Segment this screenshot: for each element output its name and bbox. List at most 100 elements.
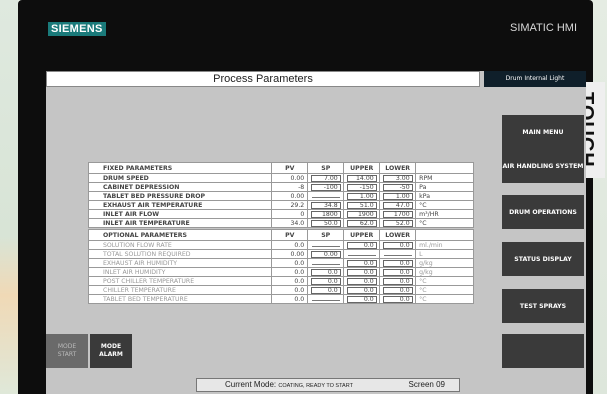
table-header: OPTIONAL PARAMETERS PV SP UPPER LOWER xyxy=(87,229,474,241)
lower-input[interactable]: 3.00 xyxy=(382,174,413,182)
col-header-lower: LOWER xyxy=(379,162,417,174)
mode-start-line1: MODE xyxy=(57,343,77,350)
test-sprays-button[interactable]: TEST SPRAYS xyxy=(502,289,584,323)
lower-input[interactable]: 0.0 xyxy=(382,259,413,267)
param-name: EXHAUST AIR HUMIDITY xyxy=(87,258,273,268)
col-header-sp: SP xyxy=(307,162,345,174)
table-row: INLET AIR FLOW 0 1800 1900 1700 m³/HR xyxy=(87,209,474,219)
sp-input[interactable]: -100 xyxy=(310,183,341,191)
table-row: TABLET BED PRESSURE DROP 0.00 1.00 1.00 … xyxy=(87,191,474,201)
upper-input[interactable]: 0.0 xyxy=(346,259,377,267)
table-row: POST CHILLER TEMPERATURE 0.0 0.0 0.0 0.0… xyxy=(87,276,474,286)
sp-input[interactable]: 50.0 xyxy=(310,219,341,227)
sp-input[interactable]: 0.0 xyxy=(310,268,341,276)
sp-input[interactable]: 0.0 xyxy=(310,277,341,285)
pv-value: 0.0 xyxy=(271,285,309,295)
background-right xyxy=(593,0,607,394)
col-header-unit xyxy=(415,162,474,174)
mode-alarm-line2: ALARM xyxy=(99,351,123,358)
hmi-screen: Process Parameters Drum Internal Light M… xyxy=(46,71,586,394)
param-name: CHILLER TEMPERATURE xyxy=(87,285,273,295)
pv-value: 0.0 xyxy=(271,276,309,286)
upper-input[interactable]: 51.0 xyxy=(346,201,377,209)
sp-input[interactable]: 0.0 xyxy=(310,286,341,294)
table-row: TABLET BED TEMPERATURE 0.0 0.0 0.0 °C xyxy=(87,294,474,304)
col-header-pv: PV xyxy=(271,229,309,241)
pv-value: 0 xyxy=(271,209,309,219)
sp-input[interactable]: 0.00 xyxy=(310,250,341,258)
pv-value: -8 xyxy=(271,182,309,192)
col-header-upper: UPPER xyxy=(343,229,381,241)
screen-number: Screen 09 xyxy=(408,380,445,389)
background-left xyxy=(0,0,18,394)
pv-value: 0.0 xyxy=(271,267,309,277)
col-header-lower: LOWER xyxy=(379,229,417,241)
table-row: SOLUTION FLOW RATE 0.0 0.0 0.0 ml./min xyxy=(87,240,474,250)
blank-action-button[interactable] xyxy=(502,334,584,368)
drum-operations-button[interactable]: DRUM OPERATIONS xyxy=(502,195,584,229)
mode-start-button[interactable]: MODE START xyxy=(46,334,88,368)
sp-input[interactable]: 1800 xyxy=(310,210,341,218)
upper-input[interactable]: 62.0 xyxy=(346,219,377,227)
upper-input[interactable]: 14.00 xyxy=(346,174,377,182)
param-name: EXHAUST AIR TEMPERATURE xyxy=(87,200,273,210)
upper-input[interactable]: -150 xyxy=(346,183,377,191)
param-name: TOTAL SOLUTION REQUIRED xyxy=(87,249,273,259)
lower-input[interactable]: 1.00 xyxy=(382,192,413,200)
pv-value: 0.0 xyxy=(271,294,309,304)
sp-empty xyxy=(311,264,340,265)
current-mode-value: COATING, READY TO START xyxy=(278,383,353,389)
brand-logo: SIEMENS xyxy=(48,22,106,36)
unit-label: °C xyxy=(415,200,474,210)
pv-value: 0.0 xyxy=(271,240,309,250)
lower-input[interactable]: 0.0 xyxy=(382,295,413,303)
table-row: EXHAUST AIR HUMIDITY 0.0 0.0 0.0 g/kg xyxy=(87,258,474,268)
sp-input[interactable]: 34.8 xyxy=(310,201,341,209)
mode-start-line2: START xyxy=(57,351,77,358)
lower-input[interactable]: 0.0 xyxy=(382,277,413,285)
upper-input[interactable]: 1900 xyxy=(346,210,377,218)
pv-value: 0.00 xyxy=(271,191,309,201)
upper-input[interactable]: 0.0 xyxy=(346,295,377,303)
param-name: INLET AIR FLOW xyxy=(87,209,273,219)
unit-label: kPa xyxy=(415,191,474,201)
main-menu-button[interactable]: MAIN MENU xyxy=(502,115,584,149)
unit-label: ml./min xyxy=(415,240,474,250)
unit-label: °C xyxy=(415,294,474,304)
col-header-unit xyxy=(415,229,474,241)
status-bar: Current Mode: COATING, READY TO START Sc… xyxy=(196,378,460,392)
pv-value: 0.0 xyxy=(271,258,309,268)
sp-empty xyxy=(311,197,340,198)
upper-input[interactable]: 0.0 xyxy=(346,268,377,276)
lower-input[interactable]: 0.0 xyxy=(382,268,413,276)
lower-input[interactable]: 1700 xyxy=(382,210,413,218)
col-header-pv: PV xyxy=(271,162,309,174)
param-name: DRUM SPEED xyxy=(87,173,273,183)
param-name: INLET AIR HUMIDITY xyxy=(87,267,273,277)
lower-input[interactable]: 0.0 xyxy=(382,241,413,249)
drum-light-indicator[interactable]: Drum Internal Light xyxy=(484,71,586,87)
air-handling-button[interactable]: AIR HANDLING SYSTEM xyxy=(502,149,584,183)
lower-input[interactable]: -50 xyxy=(382,183,413,191)
unit-label: m³/HR xyxy=(415,209,474,219)
upper-input[interactable]: 0.0 xyxy=(346,241,377,249)
pv-value: 0.00 xyxy=(271,173,309,183)
param-name: INLET AIR TEMPERATURE xyxy=(87,218,273,228)
upper-input[interactable]: 1.00 xyxy=(346,192,377,200)
mode-alarm-button[interactable]: MODE ALARM xyxy=(90,334,132,368)
lower-input[interactable]: 47.0 xyxy=(382,201,413,209)
unit-label: g/kg xyxy=(415,258,474,268)
lower-input[interactable]: 52.0 xyxy=(382,219,413,227)
lower-input[interactable]: 0.0 xyxy=(382,286,413,294)
upper-input[interactable]: 0.0 xyxy=(346,277,377,285)
upper-input[interactable]: 0.0 xyxy=(346,286,377,294)
lower-empty xyxy=(383,255,412,256)
col-header-name: FIXED PARAMETERS xyxy=(87,162,273,174)
param-name: TABLET BED TEMPERATURE xyxy=(87,294,273,304)
param-name: SOLUTION FLOW RATE xyxy=(87,240,273,250)
sp-input[interactable]: 7.00 xyxy=(310,174,341,182)
pv-value: 29.2 xyxy=(271,200,309,210)
status-display-button[interactable]: STATUS DISPLAY xyxy=(502,242,584,276)
optional-parameters-table: OPTIONAL PARAMETERS PV SP UPPER LOWER SO… xyxy=(87,229,474,304)
col-header-name: OPTIONAL PARAMETERS xyxy=(87,229,273,241)
